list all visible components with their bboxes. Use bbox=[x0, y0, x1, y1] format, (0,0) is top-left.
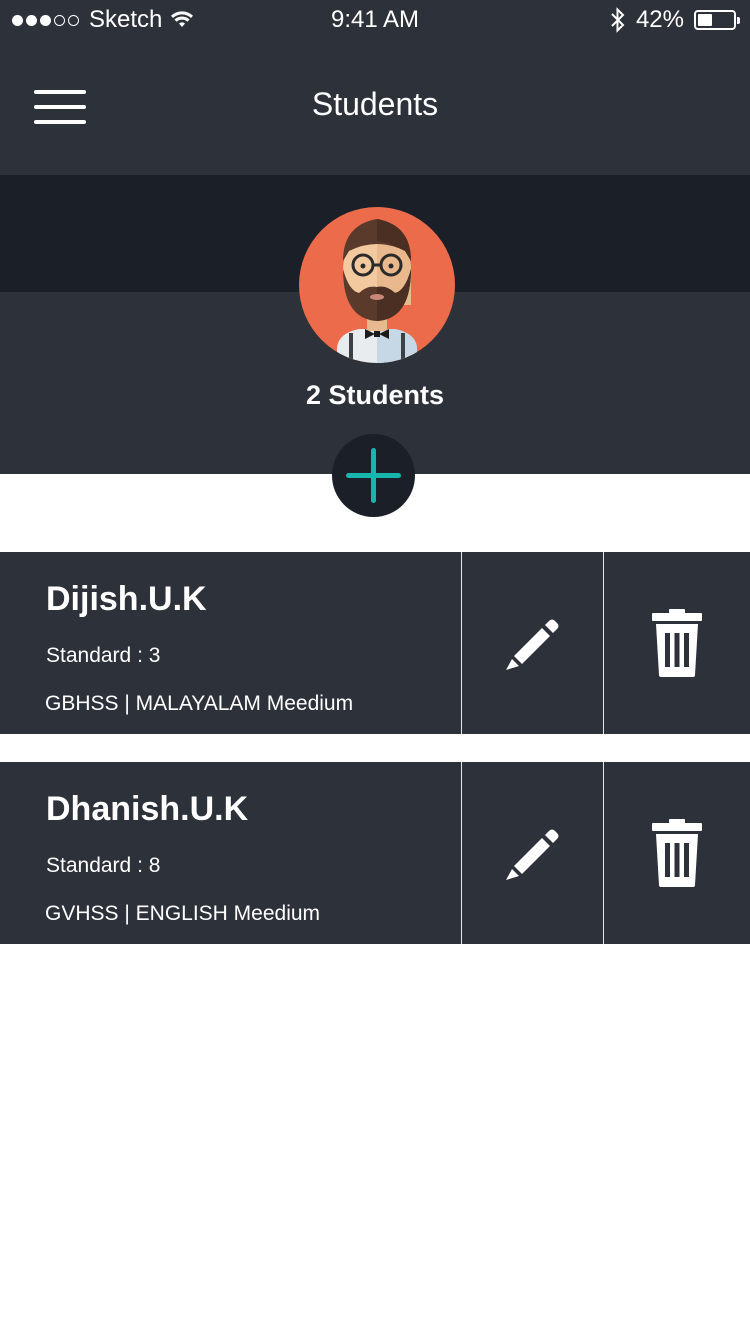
student-card: Dijish.U.K Standard : 3 GBHSS | MALAYALA… bbox=[0, 552, 750, 734]
student-info[interactable]: Dijish.U.K Standard : 3 GBHSS | MALAYALA… bbox=[0, 552, 461, 734]
avatar bbox=[299, 207, 455, 363]
battery-percent: 42% bbox=[635, 6, 684, 33]
trash-icon bbox=[652, 819, 702, 887]
student-standard: Standard : 3 bbox=[46, 644, 161, 667]
page-title: Students bbox=[311, 86, 439, 122]
trash-icon bbox=[652, 609, 702, 677]
edit-student-button[interactable] bbox=[462, 552, 603, 734]
student-card: Dhanish.U.K Standard : 8 GVHSS | ENGLISH… bbox=[0, 762, 750, 944]
student-school: GBHSS | MALAYALAM Meedium bbox=[45, 692, 354, 715]
student-name: Dijish.U.K bbox=[46, 580, 207, 618]
student-school: GVHSS | ENGLISH Meedium bbox=[45, 902, 321, 925]
bearded-man-avatar-icon bbox=[337, 219, 417, 363]
delete-student-button[interactable] bbox=[604, 552, 750, 734]
student-count: 2 Students bbox=[305, 380, 445, 410]
edit-student-button[interactable] bbox=[462, 762, 603, 944]
student-name: Dhanish.U.K bbox=[46, 790, 249, 828]
student-standard: Standard : 8 bbox=[46, 854, 161, 877]
pencil-icon bbox=[505, 829, 558, 880]
pencil-icon bbox=[505, 619, 558, 670]
bluetooth-icon bbox=[611, 7, 625, 33]
delete-student-button[interactable] bbox=[604, 762, 750, 944]
status-bar: Sketch 9:41 AM 42% bbox=[0, 0, 750, 40]
battery-icon bbox=[694, 10, 740, 30]
student-info[interactable]: Dhanish.U.K Standard : 8 GVHSS | ENGLISH… bbox=[0, 762, 461, 944]
app-header: Sketch 9:41 AM 42% Students bbox=[0, 0, 750, 175]
add-student-button[interactable] bbox=[332, 434, 415, 517]
